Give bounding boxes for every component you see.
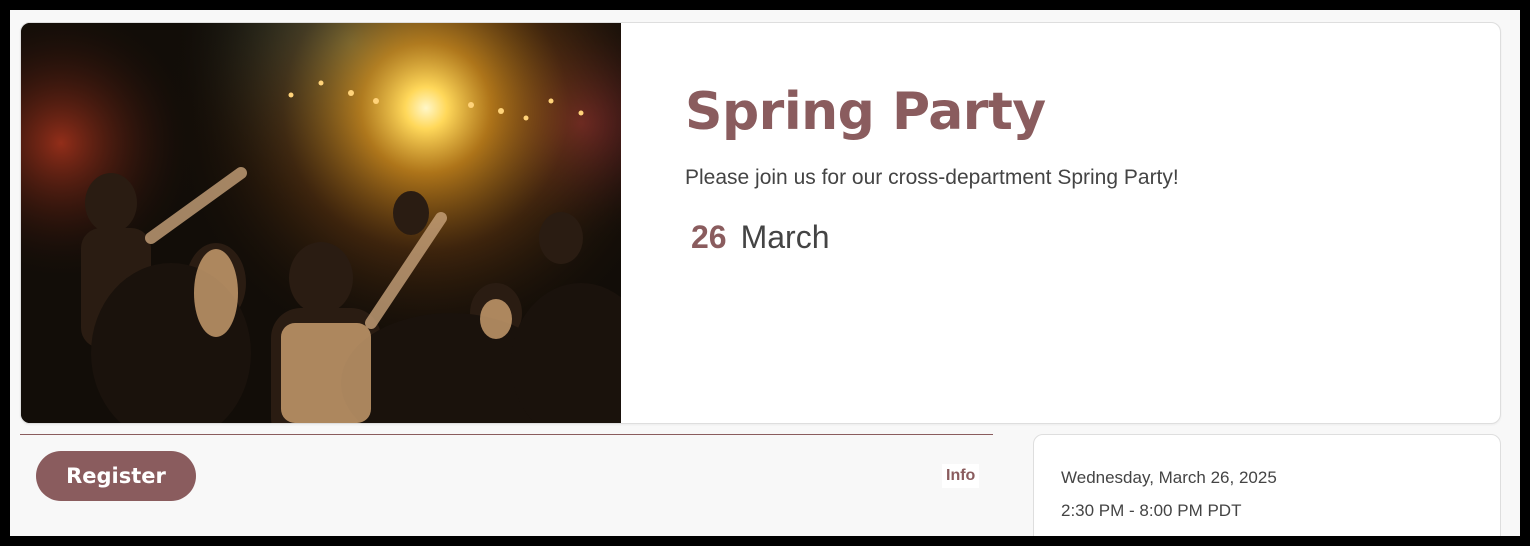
event-full-date: Wednesday, March 26, 2025 (1061, 468, 1277, 487)
event-time-range: 2:30 PM - 8:00 PM PDT (1061, 501, 1242, 520)
tab-info[interactable]: Info (942, 464, 980, 488)
party-crowd-photo-icon (21, 23, 621, 423)
event-details-card: Wednesday, March 26, 2025 2:30 PM - 8:00… (1033, 434, 1501, 536)
event-description: Please join us for our cross-department … (685, 166, 1179, 189)
section-divider (20, 434, 993, 435)
event-date-day: 26 (691, 219, 727, 255)
event-hero-card: Spring Party Please join us for our cros… (20, 22, 1501, 424)
event-hero-text: Spring Party Please join us for our cros… (685, 77, 1465, 256)
event-photo (21, 23, 621, 423)
event-title: Spring Party (685, 82, 1046, 142)
event-date: 26 March (691, 219, 1465, 256)
event-date-month: March (740, 219, 830, 255)
register-button[interactable]: Register (36, 451, 196, 501)
page-frame: Spring Party Please join us for our cros… (10, 10, 1520, 536)
